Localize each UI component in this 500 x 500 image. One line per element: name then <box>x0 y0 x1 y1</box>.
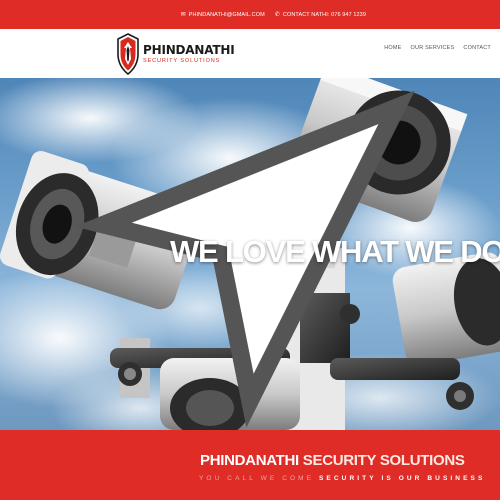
band-title-accent: SECURITY SOLUTIONS <box>302 452 465 469</box>
slogan-part-1: YOU CALL WE COME <box>199 475 315 482</box>
site-header: PHINDANATHI SECURITY SOLUTIONS HOME OUR … <box>0 29 500 78</box>
band-title-brand: PHINDANATHI <box>200 452 299 469</box>
top-contact-bar: ✉ PHINDANATHI@GMAIL.COM ✆ CONTACT NATHI:… <box>0 0 500 29</box>
shield-logo-icon <box>117 33 139 76</box>
phone-icon: ✆ <box>274 11 280 18</box>
nav-our-services[interactable]: OUR SERVICES <box>411 45 455 51</box>
hero-heading: WE LOVE WHAT WE DO <box>170 234 500 269</box>
email-text[interactable]: PHINDANATHI@GMAIL.COM <box>189 12 265 18</box>
logo-name: PHINDANATHI <box>143 42 235 57</box>
nav-contact[interactable]: CONTACT <box>463 45 491 51</box>
brand-banner: PHINDANATHI SECURITY SOLUTIONS YOU CALL … <box>0 430 500 500</box>
email-contact[interactable]: ✉ PHINDANATHI@GMAIL.COM <box>181 12 265 18</box>
slogan-part-2: SECURITY IS OUR BUSINESS <box>319 475 486 482</box>
band-title: PHINDANATHI SECURITY SOLUTIONS <box>200 452 465 469</box>
main-nav: HOME OUR SERVICES CONTACT <box>384 45 491 51</box>
phone-text[interactable]: CONTACT NATHI: 076 947 1239 <box>283 12 366 18</box>
phone-contact[interactable]: ✆ CONTACT NATHI: 076 947 1239 <box>275 12 366 18</box>
hero-banner: WE LOVE WHAT WE DO <box>0 78 500 430</box>
nav-home[interactable]: HOME <box>384 45 401 51</box>
envelope-icon: ✉ <box>180 11 186 18</box>
slogan: YOU CALL WE COME SECURITY IS OUR BUSINES… <box>199 475 485 482</box>
site-logo[interactable]: PHINDANATHI SECURITY SOLUTIONS <box>116 32 235 76</box>
logo-subtitle: SECURITY SOLUTIONS <box>143 57 221 64</box>
